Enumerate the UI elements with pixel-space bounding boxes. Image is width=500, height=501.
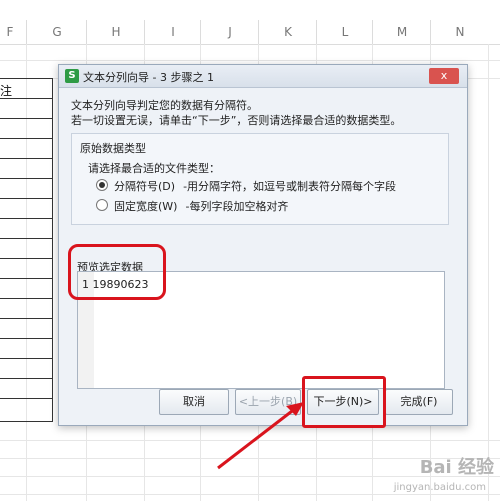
- column-header-k[interactable]: K: [258, 20, 317, 44]
- option-delimited-label: 分隔符号(D): [114, 180, 176, 193]
- grid-line: [488, 44, 489, 501]
- option-fixed-width-label: 固定宽度(W): [114, 200, 178, 213]
- column-header-j[interactable]: J: [200, 20, 259, 44]
- dialog-title: 文本分列向导 - 3 步骤之 1: [83, 71, 214, 84]
- column-header-n[interactable]: N: [430, 20, 489, 44]
- option-delimited-desc: -用分隔字符，如逗号或制表符分隔每个字段: [183, 180, 397, 193]
- grid-line: [0, 60, 500, 61]
- column-header-bar: F G H I J K L M N: [0, 0, 500, 45]
- back-button[interactable]: <上一步(B): [235, 389, 301, 415]
- watermark-url: jingyan.baidu.com: [393, 482, 486, 493]
- watermark-logo: Bai 经验: [419, 457, 494, 478]
- next-highlight-box: [302, 376, 386, 428]
- close-button[interactable]: x: [429, 68, 459, 84]
- option-delimited[interactable]: 分隔符号(D) -用分隔字符，如逗号或制表符分隔每个字段: [96, 178, 396, 194]
- preview-highlight-box: [68, 244, 166, 300]
- cell-header-text: 注: [0, 84, 13, 98]
- radio-fixed-width[interactable]: [96, 199, 108, 211]
- data-type-group: 原始数据类型 请选择最合适的文件类型： 分隔符号(D) -用分隔字符，如逗号或制表…: [71, 133, 449, 225]
- option-fixed-width-desc: -每列字段加空格对齐: [185, 200, 289, 213]
- grid-line: [0, 440, 500, 441]
- intro-text-1: 文本分列向导判定您的数据有分隔符。: [71, 99, 258, 112]
- column-header-i[interactable]: I: [144, 20, 201, 44]
- grid-line: [0, 494, 500, 495]
- group-title: 原始数据类型: [80, 142, 146, 155]
- column-header-g[interactable]: G: [26, 20, 87, 44]
- radio-delimited[interactable]: [96, 179, 108, 191]
- column-header-h[interactable]: H: [86, 20, 145, 44]
- wps-app-icon: S: [65, 69, 79, 83]
- finish-button[interactable]: 完成(F): [385, 389, 453, 415]
- column-header-f[interactable]: F: [0, 20, 20, 44]
- option-fixed-width[interactable]: 固定宽度(W) -每列字段加空格对齐: [96, 198, 288, 214]
- group-prompt: 请选择最合适的文件类型：: [88, 162, 220, 175]
- intro-text-2: 若一切设置无误，请单击“下一步”，否则请选择最合适的数据类型。: [71, 114, 402, 127]
- cancel-button[interactable]: 取消: [159, 389, 229, 415]
- dialog-titlebar[interactable]: S 文本分列向导 - 3 步骤之 1 x: [59, 65, 467, 88]
- bordered-cell-column[interactable]: [0, 78, 53, 422]
- column-header-l[interactable]: L: [316, 20, 373, 44]
- column-header-m[interactable]: M: [372, 20, 431, 44]
